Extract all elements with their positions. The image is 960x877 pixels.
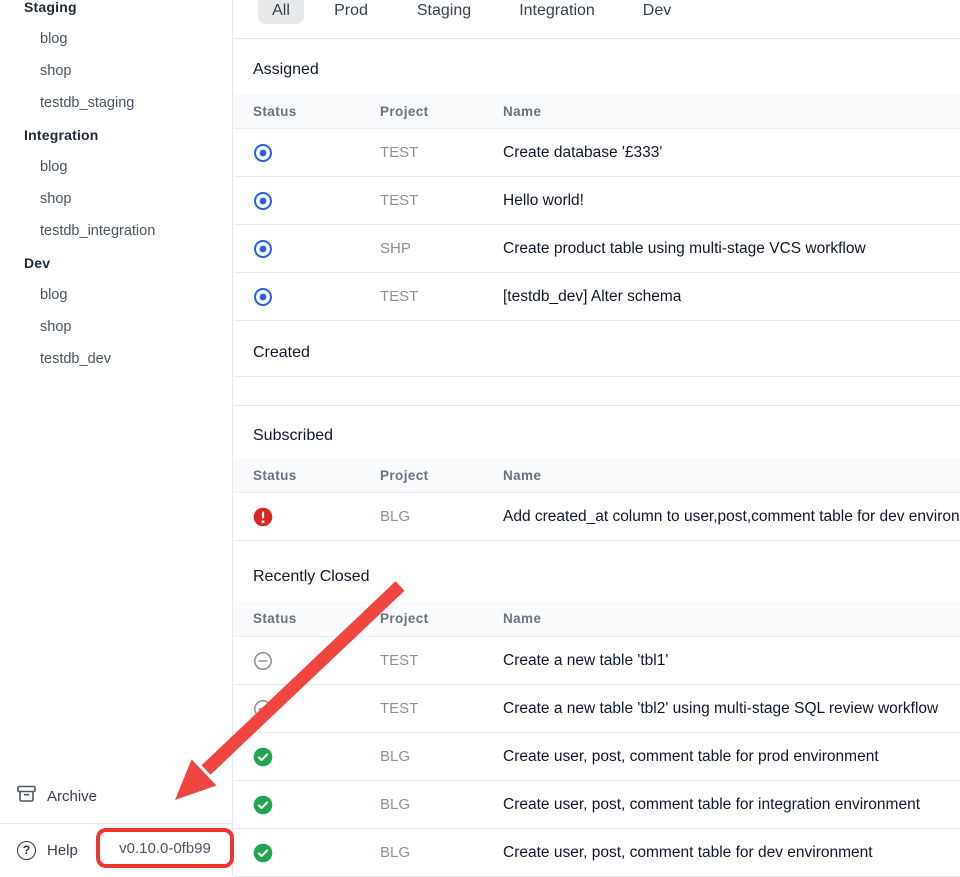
- project-key: SHP: [380, 240, 503, 257]
- sidebar-item-testdb-dev[interactable]: testdb_dev: [0, 343, 232, 375]
- column-name: Name: [503, 468, 960, 483]
- tab-staging[interactable]: Staging: [417, 2, 471, 20]
- column-project: Project: [380, 468, 503, 483]
- sidebar-item-integration-blog[interactable]: blog: [0, 151, 232, 183]
- table-header: Status Project Name: [234, 601, 960, 637]
- status-canceled-icon: [253, 699, 273, 719]
- status-done-icon: [253, 843, 273, 863]
- sidebar-item-integration-shop[interactable]: shop: [0, 183, 232, 215]
- project-key: TEST: [380, 700, 503, 717]
- status-open-icon: [253, 143, 273, 163]
- section-title: Subscribed: [253, 428, 960, 444]
- sidebar-item-staging-blog[interactable]: blog: [0, 23, 232, 55]
- column-name: Name: [503, 611, 960, 626]
- environment-tabs: All Prod Staging Integration Dev: [234, 0, 960, 39]
- table-row[interactable]: TEST Hello world!: [234, 177, 960, 225]
- main-pane: All Prod Staging Integration Dev Assigne…: [234, 0, 960, 876]
- status-done-icon: [253, 795, 273, 815]
- status-error-icon: [253, 507, 273, 527]
- section-recently-closed: Recently Closed Status Project Name TEST…: [234, 545, 960, 877]
- env-header-dev: Dev: [0, 255, 50, 271]
- table-row[interactable]: BLG Create user, post, comment table for…: [234, 781, 960, 829]
- issue-name: Create a new table 'tbl2' using multi-st…: [503, 700, 960, 718]
- help-label: Help: [47, 842, 78, 859]
- table-row[interactable]: BLG Add created_at column to user,post,c…: [234, 493, 960, 541]
- project-key: TEST: [380, 144, 503, 161]
- issue-name: Create a new table 'tbl1': [503, 652, 960, 670]
- project-key: BLG: [380, 844, 503, 861]
- column-status: Status: [234, 104, 380, 119]
- issue-name: Create product table using multi-stage V…: [503, 240, 960, 258]
- section-assigned: Assigned Status Project Name TEST Create…: [234, 38, 960, 321]
- tab-dev[interactable]: Dev: [643, 2, 671, 20]
- archive-label: Archive: [47, 788, 97, 805]
- project-key: TEST: [380, 192, 503, 209]
- column-name: Name: [503, 104, 960, 119]
- section-title: Assigned: [253, 62, 960, 78]
- issue-name: [testdb_dev] Alter schema: [503, 288, 960, 306]
- status-canceled-icon: [253, 651, 273, 671]
- column-project: Project: [380, 104, 503, 119]
- status-done-icon: [253, 747, 273, 767]
- archive-button[interactable]: Archive: [0, 770, 233, 823]
- column-status: Status: [234, 468, 380, 483]
- database-tree: Staging blog shop testdb_staging Integra…: [0, 0, 232, 375]
- project-key: BLG: [380, 748, 503, 765]
- table-row[interactable]: SHP Create product table using multi-sta…: [234, 225, 960, 273]
- sidebar-item-dev-blog[interactable]: blog: [0, 279, 232, 311]
- issue-name: Add created_at column to user,post,comme…: [503, 508, 960, 526]
- issue-name: Hello world!: [503, 192, 960, 210]
- table-row[interactable]: TEST Create a new table 'tbl2' using mul…: [234, 685, 960, 733]
- status-open-icon: [253, 287, 273, 307]
- section-created: Created: [234, 330, 960, 406]
- env-header-integration: Integration: [0, 127, 99, 143]
- version-text: v0.10.0-0fb99: [119, 840, 211, 857]
- table-row[interactable]: TEST [testdb_dev] Alter schema: [234, 273, 960, 321]
- column-status: Status: [234, 611, 380, 626]
- tab-prod[interactable]: Prod: [334, 2, 368, 20]
- project-key: TEST: [380, 652, 503, 669]
- issue-name: Create user, post, comment table for int…: [503, 796, 960, 814]
- sidebar-item-testdb-integration[interactable]: testdb_integration: [0, 215, 232, 247]
- sidebar-item-testdb-staging[interactable]: testdb_staging: [0, 87, 232, 119]
- table-row[interactable]: BLG Create user, post, comment table for…: [234, 733, 960, 781]
- table-row[interactable]: TEST Create database '£333': [234, 129, 960, 177]
- status-open-icon: [253, 239, 273, 259]
- archive-icon: [17, 785, 36, 808]
- project-key: BLG: [380, 796, 503, 813]
- help-icon: ?: [17, 841, 36, 860]
- table-row[interactable]: BLG Create user, post, comment table for…: [234, 829, 960, 877]
- table-header: Status Project Name: [234, 94, 960, 129]
- table-row[interactable]: TEST Create a new table 'tbl1': [234, 637, 960, 685]
- section-title: Created: [253, 345, 960, 361]
- sidebar-item-staging-shop[interactable]: shop: [0, 55, 232, 87]
- project-key: TEST: [380, 288, 503, 305]
- sidebar-item-dev-shop[interactable]: shop: [0, 311, 232, 343]
- empty-table: [234, 376, 960, 406]
- issue-name: Create database '£333': [503, 144, 960, 162]
- status-open-icon: [253, 191, 273, 211]
- project-key: BLG: [380, 508, 503, 525]
- table-header: Status Project Name: [234, 458, 960, 493]
- column-project: Project: [380, 611, 503, 626]
- section-title: Recently Closed: [253, 569, 960, 585]
- tab-integration[interactable]: Integration: [519, 2, 595, 20]
- sidebar: Staging blog shop testdb_staging Integra…: [0, 0, 233, 876]
- issue-name: Create user, post, comment table for dev…: [503, 844, 960, 862]
- section-subscribed: Subscribed Status Project Name BLG Add c…: [234, 404, 960, 541]
- tab-all[interactable]: All: [272, 2, 290, 20]
- version-badge[interactable]: v0.10.0-0fb99: [96, 828, 234, 868]
- issue-name: Create user, post, comment table for pro…: [503, 748, 960, 766]
- env-header-staging: Staging: [0, 0, 77, 15]
